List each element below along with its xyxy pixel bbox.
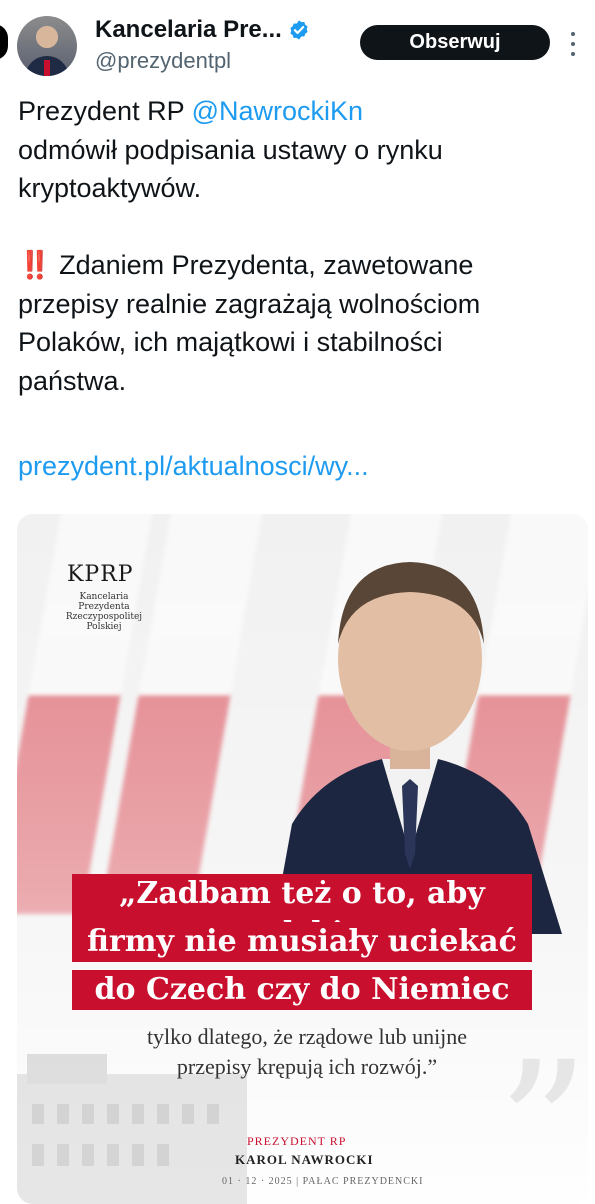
president-portrait	[272, 562, 562, 934]
mention-link[interactable]: @NawrockiKn	[192, 96, 363, 126]
verified-badge-icon	[290, 20, 308, 40]
more-options-icon[interactable]	[567, 32, 579, 56]
kprp-logo: KPRP	[67, 562, 134, 587]
author-handle[interactable]: @prezydentpl	[95, 48, 231, 74]
signature-date-place: 01 · 12 · 2025 | PAŁAC PREZYDENCKI	[222, 1176, 424, 1187]
tweet-text-part: Zdaniem Prezydenta, zawetowane przepisy …	[18, 250, 481, 396]
avatar[interactable]	[17, 16, 77, 76]
signature-name: KAROL NAWROCKI	[235, 1152, 374, 1167]
article-link[interactable]: prezydent.pl/aktualnosci/wy...	[18, 451, 369, 482]
kprp-logo-subtitle: Kancelaria Prezydenta Rzeczypospolitej P…	[65, 592, 143, 632]
quote-continuation: tylko dlatego, że rządowe lub unijne prz…	[146, 1024, 468, 1079]
quote-line: firmy nie musiały uciekać	[72, 922, 532, 962]
follow-button[interactable]: Obserwuj	[360, 25, 550, 60]
author-name-row: Kancelaria Pre...	[95, 16, 310, 44]
tweet-text-part: Prezydent RP	[18, 96, 192, 126]
author-name[interactable]: Kancelaria Pre...	[95, 16, 282, 44]
quote-line: do Czech czy do Niemiec	[72, 970, 532, 1010]
signature-title: PREZYDENT RP	[247, 1134, 347, 1148]
tweet-media-image[interactable]: KPRP Kancelaria Prezydenta Rzeczypospoli…	[17, 514, 588, 1204]
tweet-text-part: odmówił podpisania ustawy o rynku krypto…	[18, 134, 443, 204]
tweet-header: Kancelaria Pre... @prezydentpl Obserwuj	[0, 0, 595, 90]
double-exclamation-icon: ‼️	[18, 250, 52, 280]
tweet-text: Prezydent RP @NawrockiKn odmówił podpisa…	[18, 92, 578, 400]
